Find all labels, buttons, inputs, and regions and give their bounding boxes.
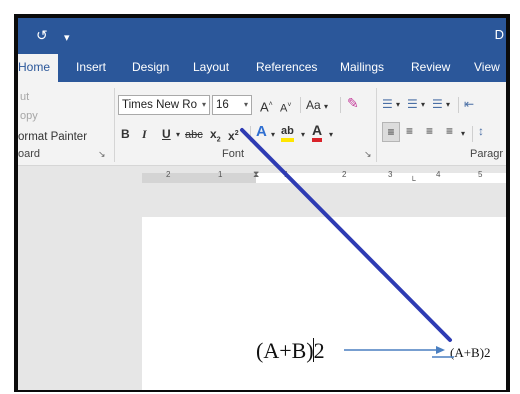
text-effects-button[interactable]: A (256, 124, 267, 140)
divider (458, 97, 459, 113)
document-page[interactable] (142, 217, 506, 390)
formula-result[interactable]: (A+B)2 (450, 345, 491, 361)
font-name-combo[interactable]: Times New Ro ▾ (118, 95, 210, 115)
shrink-font-button[interactable]: A˅ (280, 98, 291, 117)
ruler-label: 1 (284, 170, 289, 179)
align-center-icon[interactable]: ≡ (406, 123, 413, 139)
justify-icon[interactable]: ≡ (446, 123, 453, 139)
eraser-icon[interactable]: ✎ (347, 95, 359, 111)
group-divider (376, 88, 377, 162)
chevron-down-icon: ▾ (243, 100, 248, 109)
chevron-down-icon[interactable]: ▾ (446, 97, 450, 113)
numbering-icon[interactable]: ☰ (407, 96, 418, 112)
font-name-value: Times New Ro (122, 99, 197, 111)
paragraph-group-label: Paragr (470, 148, 504, 160)
tab-home[interactable]: Home (18, 54, 59, 82)
grow-font-button[interactable]: A˄ (260, 97, 273, 115)
subscript-label: x (210, 127, 217, 141)
clipboard-group-label: oard (18, 148, 41, 160)
undo-icon[interactable]: ↺ (36, 27, 48, 43)
divider (340, 97, 341, 113)
horizontal-ruler: 2 1 1 2 3 4 5 ⧗ └ (18, 167, 506, 187)
subscript-button[interactable]: x2 (210, 126, 221, 148)
ruler-label: 2 (342, 170, 347, 179)
font-launcher-icon[interactable]: ↘ (364, 149, 372, 160)
format-painter-button[interactable]: ormat Painter (18, 130, 87, 144)
word-window: ↺ ▾ D Home Insert Design Layout Referenc… (18, 18, 506, 390)
divider (300, 97, 301, 113)
font-size-value: 16 (216, 99, 229, 111)
highlight-button[interactable]: ab (281, 124, 294, 142)
multilevel-list-icon[interactable]: ☰ (432, 96, 443, 112)
chevron-down-icon: ▾ (201, 100, 206, 109)
ribbon-tabs: Home Insert Design Layout References Mai… (18, 54, 506, 82)
ruler-margin (142, 173, 256, 183)
bold-button[interactable]: B (121, 126, 130, 142)
text-cursor (313, 338, 314, 362)
divider (250, 126, 251, 142)
ruler-label: 4 (436, 170, 441, 179)
superscript-button[interactable]: x2 (228, 126, 239, 144)
tab-insert[interactable]: Insert (68, 54, 114, 82)
change-case-button[interactable]: Aa ▾ (306, 97, 328, 115)
tab-mailings[interactable]: Mailings (332, 54, 392, 82)
chevron-down-icon[interactable]: ▾ (271, 127, 275, 143)
cut-button[interactable]: ut (20, 90, 29, 104)
ruler-label: 5 (478, 170, 483, 179)
italic-button[interactable]: I (142, 126, 147, 142)
decrease-indent-icon[interactable]: ⇤ (464, 96, 474, 112)
tab-references[interactable]: References (248, 54, 325, 82)
align-right-icon[interactable]: ≡ (426, 123, 433, 139)
font-color-button[interactable]: A (312, 123, 323, 142)
document-title: D (494, 27, 504, 42)
tab-layout[interactable]: Layout (185, 54, 237, 82)
bullets-icon[interactable]: ☰ (382, 96, 393, 112)
ruler-label: 2 (166, 170, 171, 179)
tab-view[interactable]: View (466, 54, 506, 82)
underline-button[interactable]: U (162, 126, 171, 142)
chevron-down-icon[interactable]: ▾ (396, 97, 400, 113)
change-case-label: Aa (306, 98, 321, 112)
typed-formula[interactable]: (A+B)2 (256, 338, 325, 364)
font-size-combo[interactable]: 16 ▾ (212, 95, 252, 115)
superscript-label: x (228, 129, 235, 143)
screenshot-frame: ↺ ▾ D Home Insert Design Layout Referenc… (0, 0, 520, 394)
chevron-down-icon[interactable]: ▾ (301, 127, 305, 143)
strikethrough-button[interactable]: abc (185, 127, 203, 143)
line-spacing-icon[interactable]: ↕ (478, 123, 484, 139)
font-group-label: Font (222, 148, 245, 160)
ribbon: ut opy ormat Painter oard ↘ Times New Ro… (18, 82, 506, 166)
align-left-icon[interactable]: ≡ (382, 122, 400, 142)
group-divider (114, 88, 115, 162)
clipboard-launcher-icon[interactable]: ↘ (98, 149, 106, 160)
chevron-down-icon[interactable]: ▾ (421, 97, 425, 113)
chevron-down-icon[interactable]: ▾ (329, 127, 333, 143)
tab-design[interactable]: Design (124, 54, 177, 82)
chevron-down-icon[interactable]: ▾ (176, 127, 180, 143)
tab-review[interactable]: Review (403, 54, 458, 82)
chevron-down-icon[interactable]: ▾ (461, 126, 465, 142)
divider (472, 126, 473, 142)
copy-button[interactable]: opy (20, 109, 38, 123)
screenshot-border: ↺ ▾ D Home Insert Design Layout Referenc… (14, 14, 510, 392)
tab-stop-icon[interactable]: └ (410, 176, 416, 185)
ruler-label: 3 (388, 170, 393, 179)
grow-font-label: A (260, 99, 269, 115)
ruler-label: 1 (218, 170, 223, 179)
customize-quick-access-icon[interactable]: ▾ (64, 30, 70, 46)
indent-marker-icon[interactable]: ⧗ (253, 169, 259, 180)
title-bar: ↺ ▾ D (18, 18, 506, 54)
